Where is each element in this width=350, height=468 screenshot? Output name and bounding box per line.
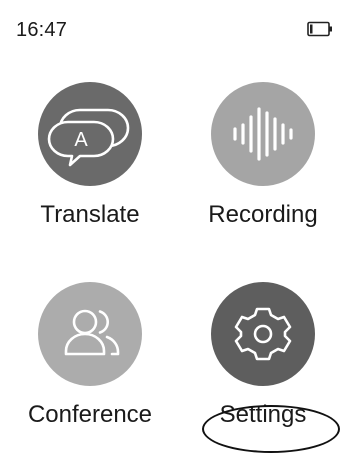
people-icon: [64, 309, 120, 356]
app-translate[interactable]: A Translate: [15, 82, 165, 247]
battery-low-icon: [307, 21, 333, 37]
app-conference-label[interactable]: Conference: [0, 400, 180, 430]
app-translate-icon-circle[interactable]: A: [38, 82, 142, 186]
translate-icon-letter: A: [74, 129, 88, 151]
app-conference[interactable]: Conference: [15, 282, 165, 447]
translate-speech-bubbles-icon: A: [47, 108, 130, 167]
app-recording[interactable]: Recording: [188, 82, 338, 247]
app-settings[interactable]: Settings: [188, 282, 338, 447]
app-settings-label[interactable]: Settings: [173, 400, 350, 430]
app-conference-icon-circle[interactable]: [38, 282, 142, 386]
status-time: 16:47: [16, 19, 68, 41]
app-translate-label[interactable]: Translate: [0, 200, 180, 230]
app-recording-icon-circle[interactable]: [211, 82, 315, 186]
app-recording-label[interactable]: Recording: [173, 200, 350, 230]
app-settings-icon-circle[interactable]: [211, 282, 315, 386]
gear-icon: [234, 307, 292, 361]
sound-wave-icon: [233, 107, 293, 161]
